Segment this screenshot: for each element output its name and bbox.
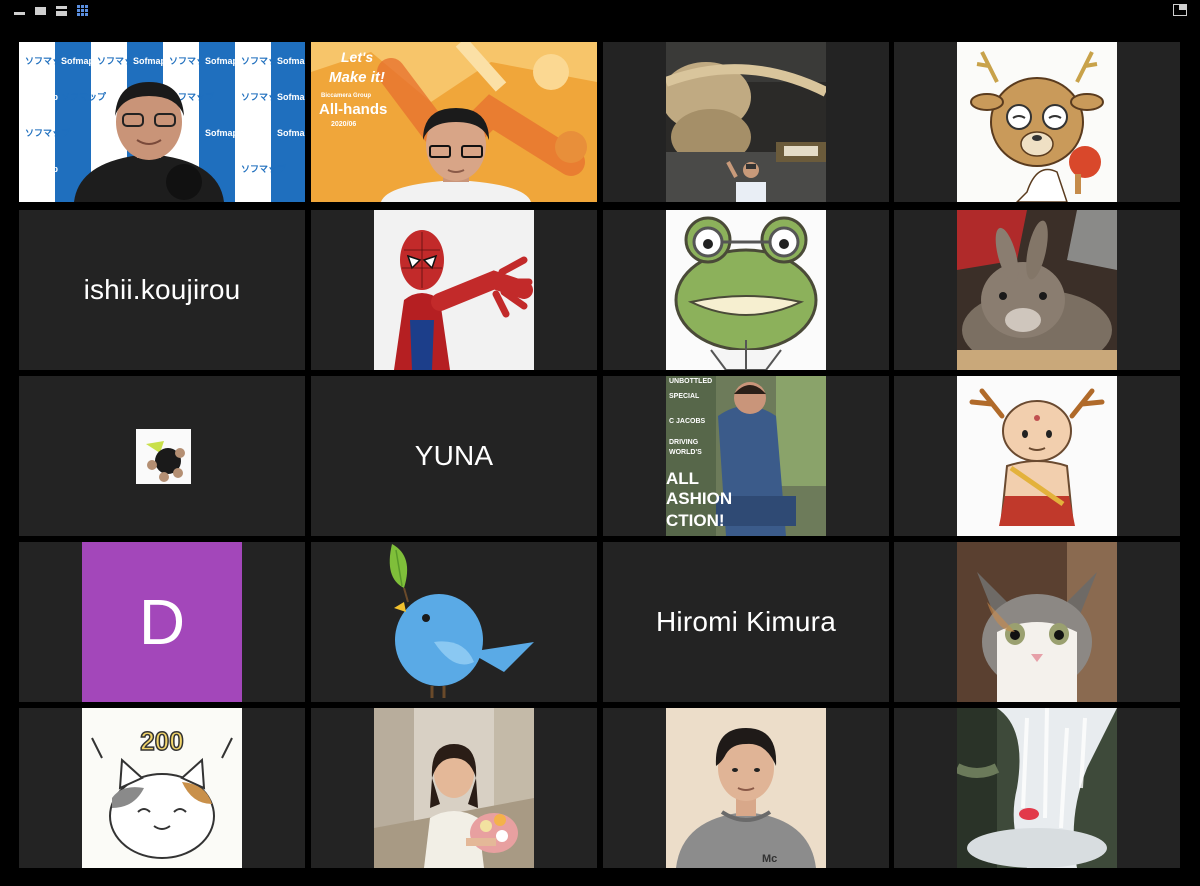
svg-text:Biccamera Group: Biccamera Group [321, 93, 371, 99]
participant-avatar: 200 [82, 708, 242, 868]
participant-tile[interactable] [894, 42, 1180, 202]
participant-name: ishii.koujirou [83, 274, 241, 305]
participant-tile[interactable] [19, 376, 305, 536]
participant-tile[interactable]: Mc [603, 708, 889, 868]
svg-text:Sofmap: Sofmap [277, 56, 305, 66]
participant-avatar: Mc [666, 708, 826, 868]
participant-video: Let's Make it! Biccamera Group All-hands… [311, 42, 597, 202]
participant-tile[interactable] [311, 542, 597, 702]
participant-tile[interactable] [894, 210, 1180, 370]
participant-tile[interactable]: UNBOTTLED SPECIAL C JACOBS DRIVING WORLD… [603, 376, 889, 536]
participant-name: Hiromi Kimura [656, 606, 836, 637]
participant-avatar [957, 542, 1117, 702]
participant-letter-avatar: D [82, 542, 242, 702]
participant-avatar [666, 42, 826, 202]
svg-text:Sofmap: Sofmap [277, 92, 305, 102]
svg-text:Sofmap: Sofmap [25, 164, 59, 174]
svg-text:Sofmap: Sofmap [25, 92, 59, 102]
svg-text:UNBOTTLED: UNBOTTLED [669, 378, 712, 385]
svg-text:Sofmap: Sofmap [133, 56, 167, 66]
participant-avatar [666, 210, 826, 370]
svg-text:Sofmap: Sofmap [277, 128, 305, 138]
svg-text:2020/06: 2020/06 [331, 121, 356, 128]
participant-avatar-small [136, 429, 191, 484]
participant-avatar [374, 708, 534, 868]
svg-text:CTION!: CTION! [666, 511, 725, 530]
participant-tile[interactable]: Hiromi Kimura [603, 542, 889, 702]
svg-text:C JACOBS: C JACOBS [669, 418, 706, 425]
participant-tile[interactable]: D [19, 542, 305, 702]
participant-tile[interactable] [894, 542, 1180, 702]
participant-tile[interactable]: 200 [19, 708, 305, 868]
participant-tile[interactable]: Let's Make it! Biccamera Group All-hands… [311, 42, 597, 202]
participant-avatar [957, 376, 1117, 536]
participant-tile[interactable] [894, 708, 1180, 868]
participant-tile[interactable] [603, 42, 889, 202]
participant-avatar [957, 210, 1117, 370]
participant-name: YUNA [414, 440, 494, 471]
svg-text:ソフマップ: ソフマップ [25, 127, 71, 138]
svg-text:DRIVING: DRIVING [669, 439, 699, 446]
svg-text:Mc: Mc [762, 853, 777, 865]
svg-text:Let's: Let's [341, 49, 373, 65]
participant-avatar [957, 42, 1117, 202]
participant-tile[interactable]: ソフマップ Sofmap ソフマップ Sofmap ソフマップ Sofmap ソ… [19, 42, 305, 202]
svg-text:200: 200 [140, 726, 183, 756]
thumbnail-view-icon[interactable] [56, 5, 68, 17]
svg-text:Sofmap: Sofmap [205, 56, 239, 66]
exit-fullscreen-icon[interactable] [1173, 4, 1187, 16]
participant-avatar: UNBOTTLED SPECIAL C JACOBS DRIVING WORLD… [666, 376, 826, 536]
participant-tile[interactable] [603, 210, 889, 370]
gallery-view-icon[interactable] [77, 5, 89, 17]
participant-avatar [957, 708, 1117, 868]
minimize-icon[interactable] [14, 5, 26, 17]
svg-text:ALL: ALL [666, 469, 699, 488]
svg-text:WORLD'S: WORLD'S [669, 449, 702, 456]
participant-tile[interactable]: YUNA [311, 376, 597, 536]
svg-text:Sofmap: Sofmap [205, 128, 239, 138]
participant-tile[interactable] [311, 708, 597, 868]
avatar-letter: D [138, 586, 186, 658]
svg-text:ソフマップ: ソフマップ [241, 163, 287, 174]
svg-text:Sofmap: Sofmap [61, 56, 95, 66]
svg-text:All-hands: All-hands [319, 101, 387, 118]
participant-tile[interactable]: ishii.koujirou [19, 210, 305, 370]
speaker-view-icon[interactable] [35, 5, 47, 17]
svg-text:ソフマップ: ソフマップ [61, 91, 107, 102]
participant-avatar [374, 210, 534, 370]
window-toolbar [0, 0, 1200, 24]
svg-text:ASHION: ASHION [666, 489, 732, 508]
participant-tile[interactable] [894, 376, 1180, 536]
svg-text:Make it!: Make it! [329, 69, 385, 86]
participant-tile[interactable] [311, 210, 597, 370]
participant-avatar [374, 542, 534, 702]
svg-text:SPECIAL: SPECIAL [669, 393, 700, 400]
participant-video: ソフマップ Sofmap ソフマップ Sofmap ソフマップ Sofmap ソ… [19, 42, 305, 202]
